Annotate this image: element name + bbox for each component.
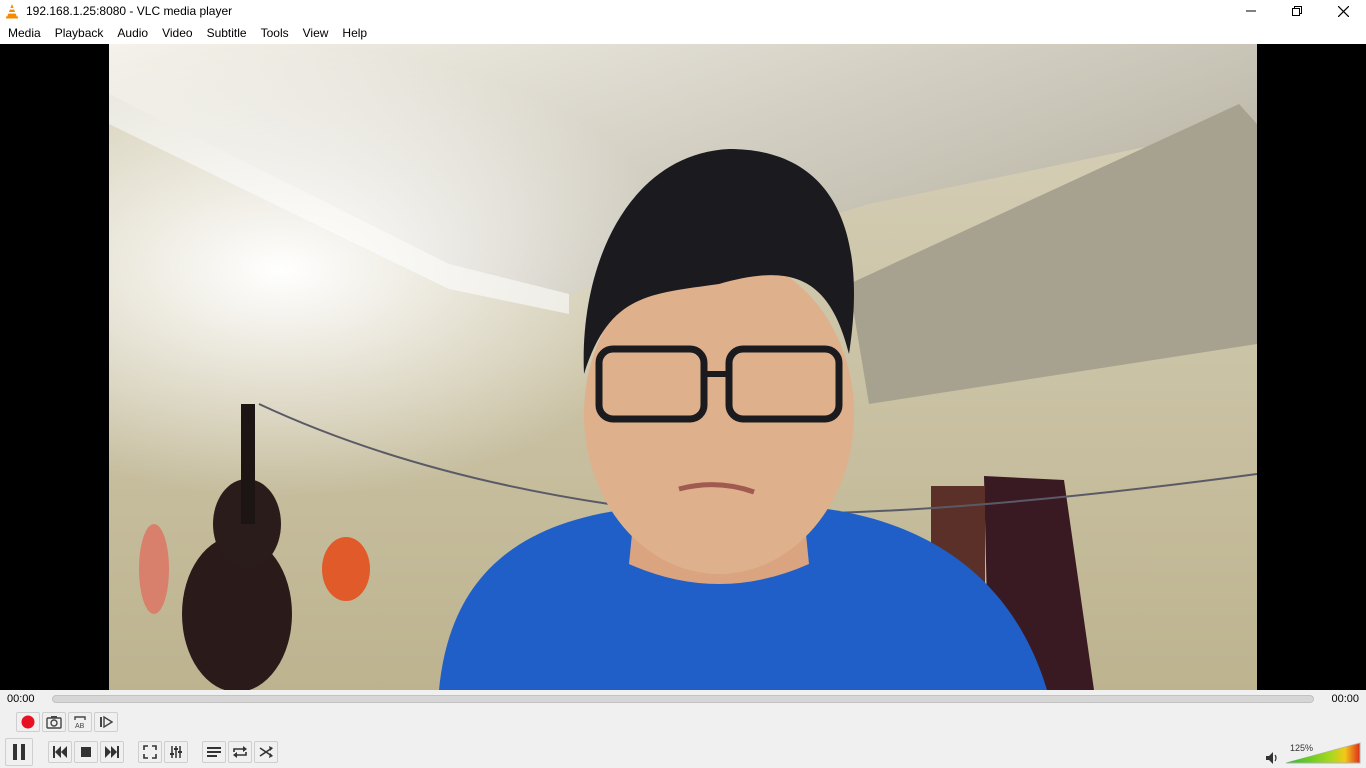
seek-bar[interactable] (52, 695, 1314, 703)
menu-media[interactable]: Media (1, 22, 48, 44)
close-icon (1337, 5, 1349, 17)
title-bar: 192.168.1.25:8080 - VLC media player (0, 0, 1366, 22)
playlist-icon (207, 747, 221, 757)
menu-tools[interactable]: Tools (254, 22, 296, 44)
shuffle-icon (259, 746, 273, 758)
controls-panel: 00:00 00:00 AB 125% (0, 690, 1366, 768)
menu-help[interactable]: Help (335, 22, 374, 44)
menu-subtitle[interactable]: Subtitle (200, 22, 254, 44)
skip-next-icon (105, 746, 119, 758)
playlist-button[interactable] (202, 741, 226, 763)
snapshot-button[interactable] (42, 712, 66, 732)
menu-view[interactable]: View (296, 22, 336, 44)
extended-settings-button[interactable] (164, 741, 188, 763)
skip-previous-icon (53, 746, 67, 758)
shuffle-button[interactable] (254, 741, 278, 763)
minimize-button[interactable] (1228, 0, 1274, 22)
loop-button[interactable] (228, 741, 252, 763)
video-frame[interactable] (109, 44, 1257, 690)
pause-icon (13, 744, 25, 760)
loop-ab-button[interactable]: AB (68, 712, 92, 732)
camera-icon (46, 716, 62, 729)
menu-playback[interactable]: Playback (48, 22, 111, 44)
elapsed-time: 00:00 (7, 693, 35, 705)
speaker-icon[interactable] (1265, 751, 1281, 765)
close-button[interactable] (1320, 0, 1366, 22)
volume-slider[interactable] (1286, 741, 1362, 765)
next-button[interactable] (100, 741, 124, 763)
video-area[interactable] (0, 44, 1366, 690)
pause-button[interactable] (5, 738, 33, 766)
equalizer-sliders-icon (170, 746, 182, 758)
record-button[interactable] (16, 712, 40, 732)
vlc-cone-icon (6, 4, 18, 19)
stop-icon (81, 747, 91, 757)
previous-button[interactable] (48, 741, 72, 763)
minimize-icon (1246, 10, 1256, 12)
restore-button[interactable] (1274, 0, 1320, 22)
loop-ab-icon: AB (74, 716, 86, 730)
webcam-video-image (109, 44, 1257, 690)
total-time: 00:00 (1331, 693, 1359, 705)
window-title: 192.168.1.25:8080 - VLC media player (26, 4, 233, 18)
stop-button[interactable] (74, 741, 98, 763)
menu-bar: Media Playback Audio Video Subtitle Tool… (0, 22, 1366, 44)
menu-video[interactable]: Video (155, 22, 199, 44)
record-icon (21, 715, 35, 729)
fullscreen-icon (143, 745, 157, 759)
fullscreen-button[interactable] (138, 741, 162, 763)
frame-by-frame-button[interactable] (94, 712, 118, 732)
menu-audio[interactable]: Audio (110, 22, 155, 44)
repeat-icon (233, 746, 247, 758)
restore-icon (1292, 6, 1302, 16)
frame-step-icon (100, 715, 113, 729)
svg-text:AB: AB (75, 723, 85, 730)
